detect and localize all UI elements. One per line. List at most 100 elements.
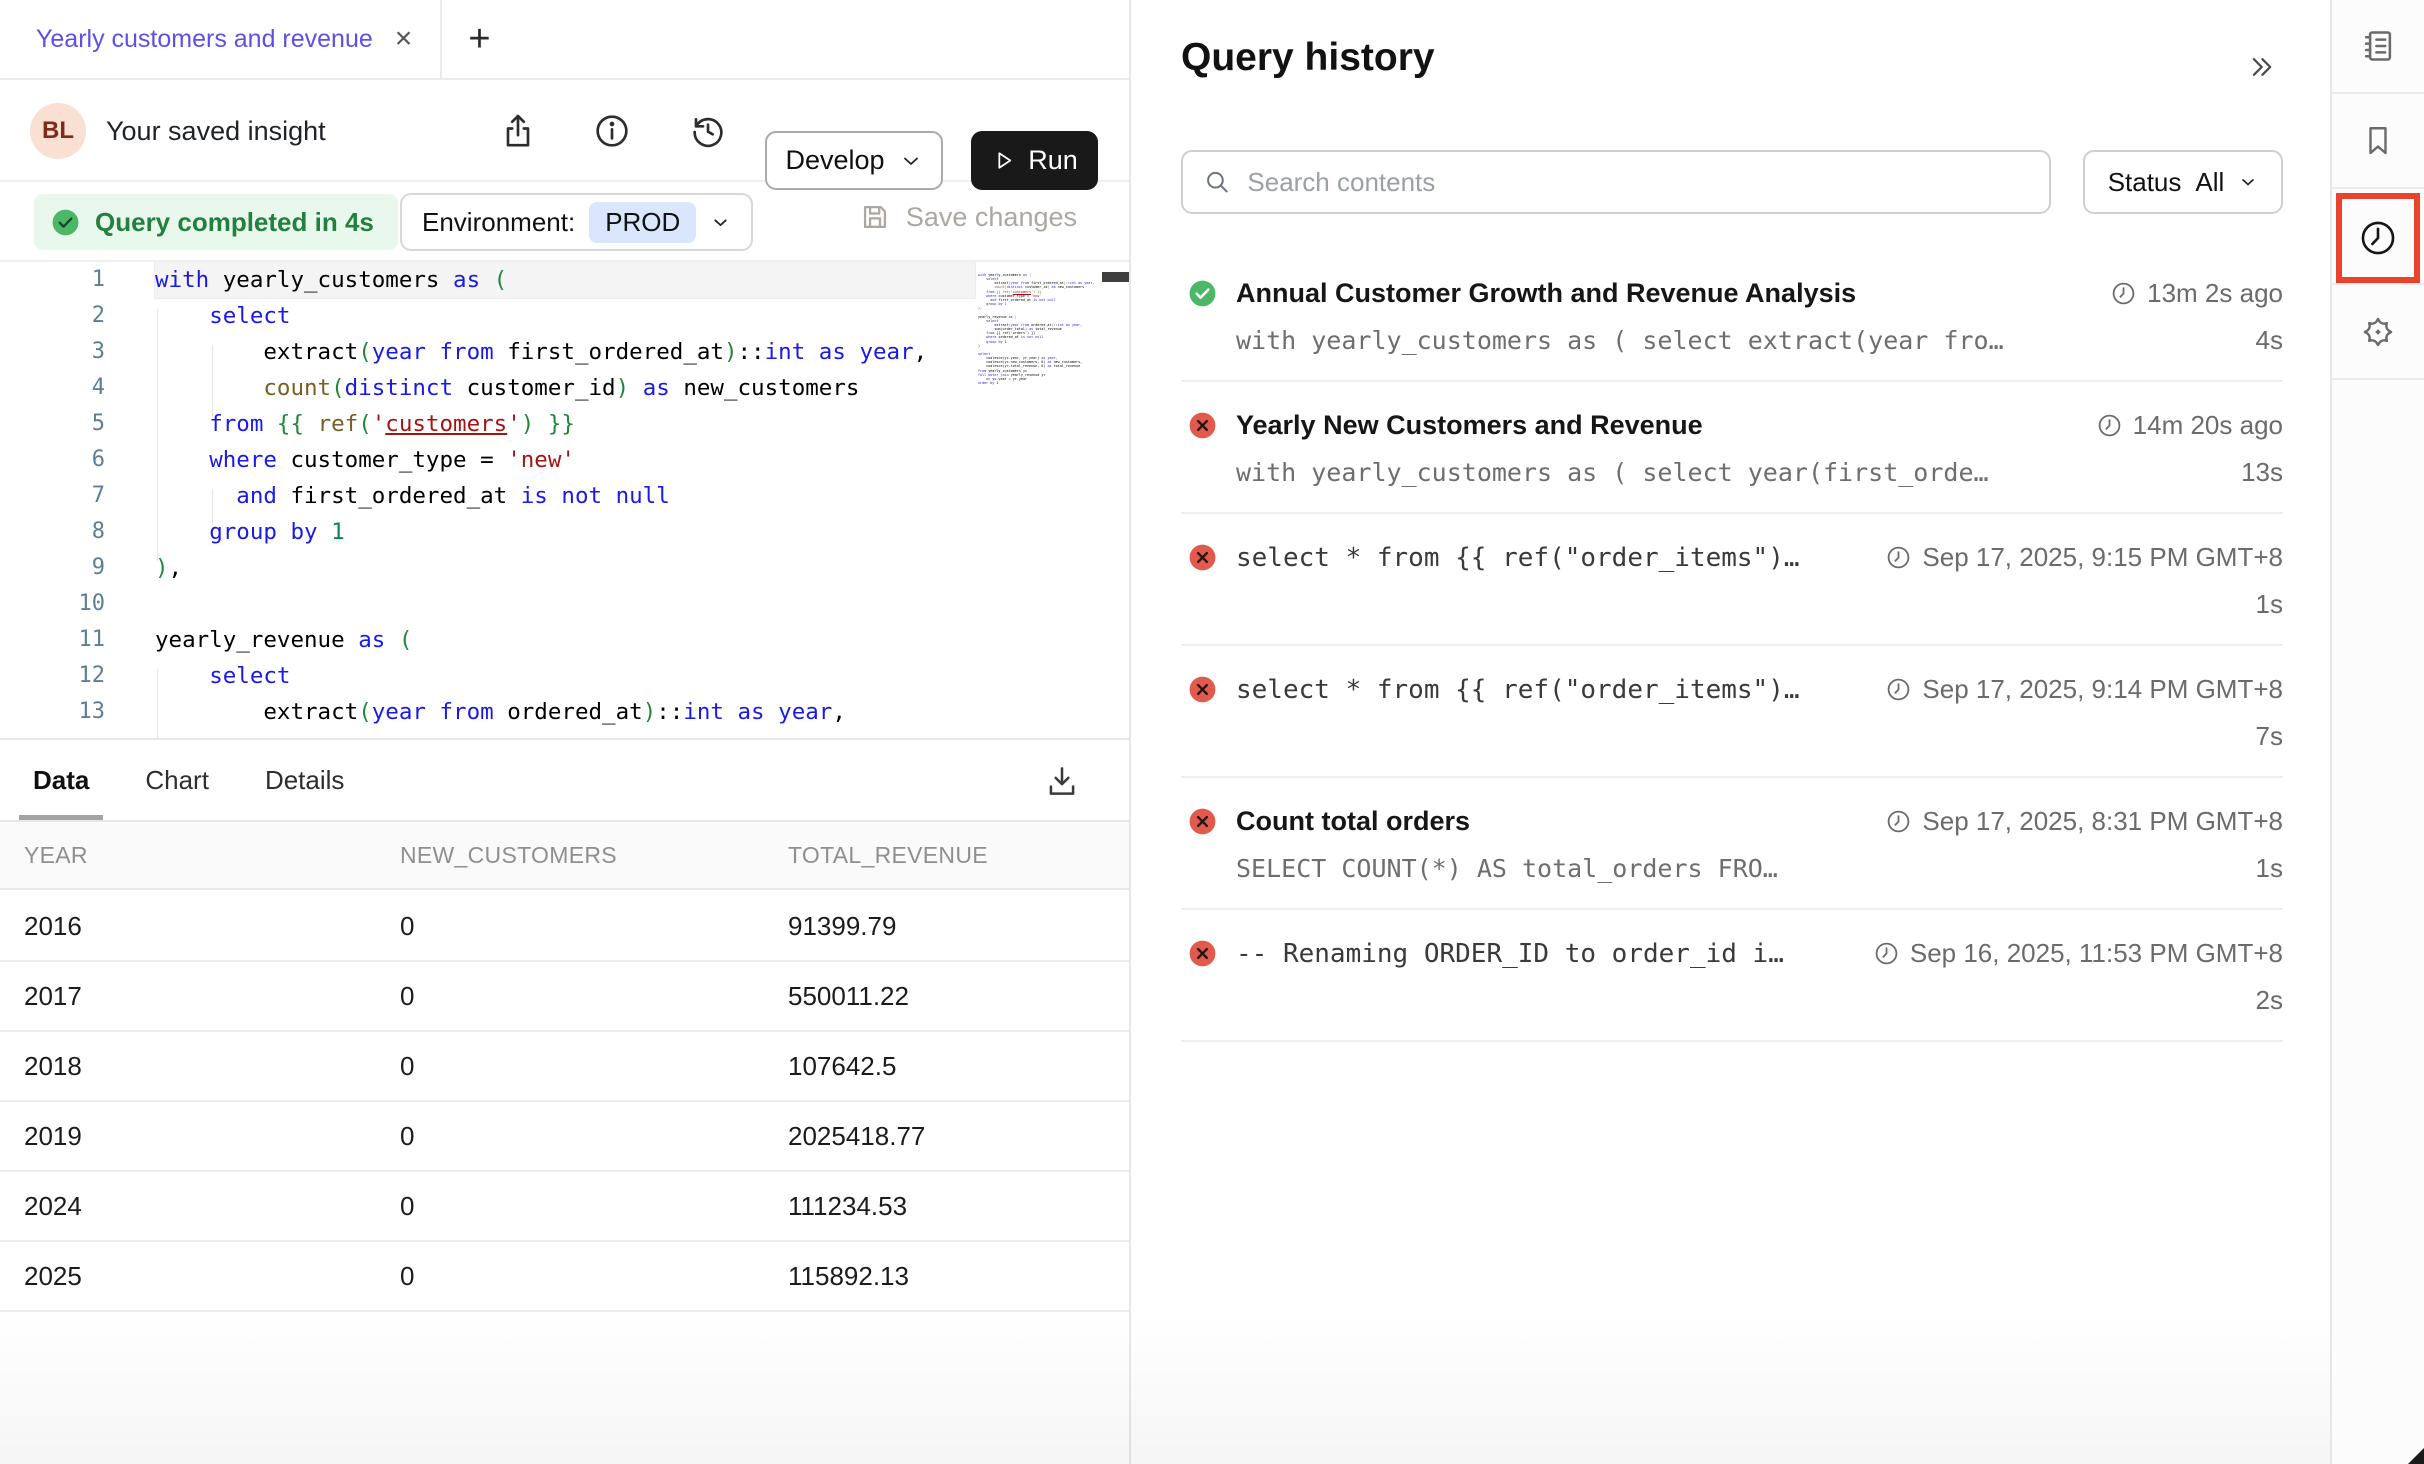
query-history-item[interactable]: select * from {{ ref("order_items")…Sep … [1181, 514, 2283, 646]
app-root: Yearly customers and revenue × + BL Your… [0, 0, 2424, 1464]
success-icon [1187, 278, 1218, 309]
line-number: 12 [0, 658, 105, 694]
query-history-title: Query history [1181, 36, 1435, 80]
indent-guide [212, 345, 213, 417]
history-item-time: 14m 20s ago [2133, 410, 2283, 441]
table-cell: 91399.79 [788, 911, 1129, 942]
table-cell: 2018 [24, 1051, 400, 1082]
environment-value-pill: PROD [589, 202, 696, 243]
code-line: 11yearly_revenue as ( [0, 622, 1129, 658]
collapse-panel-icon[interactable] [2244, 50, 2278, 84]
indent-guide [157, 669, 158, 738]
history-item-title: select * from {{ ref("order_items")… [1236, 675, 1800, 705]
table-cell: 0 [400, 1261, 788, 1292]
status-filter-dropdown[interactable]: Status All [2083, 150, 2283, 214]
code-lines: 1with yearly_customers as (2 select3 ext… [0, 262, 1129, 730]
clock-icon [2096, 412, 2123, 439]
ai-sparkle-icon[interactable] [2332, 285, 2424, 378]
environment-label: Environment: [422, 207, 575, 238]
query-status-text: Query completed in 4s [95, 207, 374, 238]
history-item-time: Sep 17, 2025, 9:14 PM GMT+8 [1922, 674, 2283, 705]
chevron-down-icon [899, 149, 923, 173]
indent-guide [157, 309, 158, 561]
tab-details[interactable]: Details [265, 740, 344, 820]
error-icon [1187, 410, 1218, 441]
environment-selector[interactable]: Environment: PROD [400, 193, 753, 251]
table-row[interactable]: 20180107642.5 [0, 1032, 1129, 1102]
column-new-customers: NEW_CUSTOMERS [400, 842, 788, 869]
error-icon [1187, 806, 1218, 837]
query-history-list: Annual Customer Growth and Revenue Analy… [1181, 250, 2283, 1042]
history-item-duration: 7s [2256, 721, 2283, 752]
info-icon[interactable] [592, 111, 632, 151]
right-icon-sidebar [2330, 0, 2424, 1464]
code-line: 5 from {{ ref('customers') }} [0, 406, 1129, 442]
history-item-title: select * from {{ ref("order_items")… [1236, 543, 1800, 573]
history-clock-icon-active[interactable] [2336, 193, 2420, 283]
save-changes-button[interactable]: Save changes [858, 200, 1077, 234]
error-icon [1187, 938, 1218, 969]
bookmark-icon[interactable] [2332, 94, 2424, 187]
history-search-input[interactable] [1247, 167, 2029, 198]
new-tab-button[interactable]: + [442, 0, 516, 78]
line-number: 6 [0, 442, 105, 478]
history-item-duration: 1s [2256, 589, 2283, 620]
share-icon[interactable] [498, 111, 538, 151]
history-search-box[interactable] [1181, 150, 2051, 214]
code-line: 6 where customer_type = 'new' [0, 442, 1129, 478]
tab-yearly-customers-and-revenue[interactable]: Yearly customers and revenue × [0, 0, 442, 78]
query-history-item[interactable]: Yearly New Customers and Revenue 14m 20s … [1181, 382, 2283, 514]
resize-corner [2408, 1448, 2424, 1464]
develop-label: Develop [785, 145, 884, 176]
code-line: 7 and first_ordered_at is not null [0, 478, 1129, 514]
line-number: 10 [0, 586, 105, 622]
code-line: 8 group by 1 [0, 514, 1129, 550]
table-cell: 2017 [24, 981, 400, 1012]
tab-data[interactable]: Data [33, 740, 89, 820]
editor-scrollbar-thumb[interactable] [1102, 272, 1129, 282]
chevron-down-icon [710, 212, 731, 233]
indent-guide [212, 489, 213, 525]
status-filter-value: All [2195, 167, 2224, 198]
query-history-item[interactable]: -- Renaming ORDER_ID to order_id i…Sep 1… [1181, 910, 2283, 1042]
table-row[interactable]: 20170550011.22 [0, 962, 1129, 1032]
history-item-duration: 1s [2256, 853, 2283, 884]
table-cell: 0 [400, 911, 788, 942]
play-icon [991, 148, 1016, 173]
error-icon [1187, 674, 1218, 705]
table-row[interactable]: 20250115892.13 [0, 1242, 1129, 1312]
code-line: 1with yearly_customers as ( [0, 262, 1129, 298]
query-history-item[interactable]: select * from {{ ref("order_items")… Sep … [1181, 646, 2283, 778]
notebook-icon[interactable] [2332, 0, 2424, 92]
version-history-icon[interactable] [688, 111, 728, 151]
tab-close-icon[interactable]: × [395, 24, 413, 54]
line-number: 2 [0, 298, 105, 334]
table-cell: 107642.5 [788, 1051, 1129, 1082]
editor-minimap[interactable]: with yearly_customers as ( select extrac… [978, 273, 1102, 713]
table-row[interactable]: 20240111234.53 [0, 1172, 1129, 1242]
table-cell: 2025418.77 [788, 1121, 1129, 1152]
table-row[interactable]: 201902025418.77 [0, 1102, 1129, 1172]
sql-code-editor[interactable]: 1with yearly_customers as (2 select3 ext… [0, 262, 1129, 738]
download-results-icon[interactable] [1043, 762, 1081, 800]
history-item-duration: 13s [2241, 457, 2283, 488]
history-item-time: 13m 2s ago [2147, 278, 2283, 309]
tab-strip: Yearly customers and revenue × + [0, 0, 1129, 80]
query-history-item[interactable]: Count total ordersSep 17, 2025, 8:31 PM … [1181, 778, 2283, 910]
history-item-title: Yearly New Customers and Revenue [1236, 410, 1703, 441]
line-number: 13 [0, 694, 105, 730]
table-row[interactable]: 2016091399.79 [0, 892, 1129, 962]
history-item-title: Count total orders [1236, 806, 1470, 837]
clock-icon [2110, 280, 2137, 307]
tab-chart[interactable]: Chart [145, 740, 209, 820]
code-line: 10 [0, 586, 1129, 622]
clock-icon [1885, 676, 1912, 703]
history-item-title: Annual Customer Growth and Revenue Analy… [1236, 278, 1856, 309]
table-cell: 111234.53 [788, 1191, 1129, 1222]
table-cell: 0 [400, 1051, 788, 1082]
line-number: 11 [0, 622, 105, 658]
history-item-duration: 4s [2256, 325, 2283, 356]
line-number: 4 [0, 370, 105, 406]
query-history-item[interactable]: Annual Customer Growth and Revenue Analy… [1181, 250, 2283, 382]
table-cell: 0 [400, 1121, 788, 1152]
